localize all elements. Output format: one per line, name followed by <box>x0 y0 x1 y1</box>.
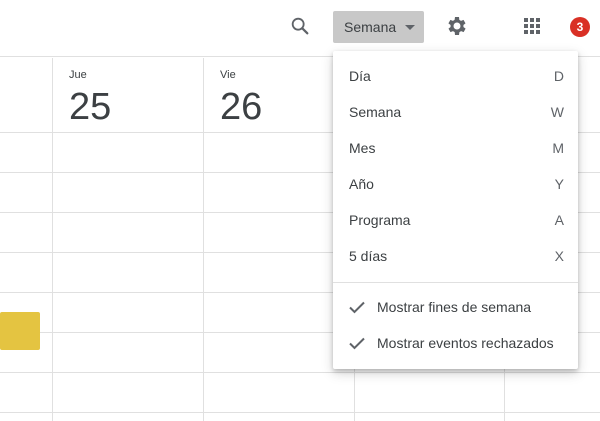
top-bar: Semana 3 <box>0 0 600 57</box>
view-select[interactable]: Semana <box>333 11 424 43</box>
view-select-label: Semana <box>344 19 397 35</box>
menu-item-day[interactable]: Día D <box>333 58 578 94</box>
checkmark-icon <box>349 301 365 314</box>
menu-item-shortcut: M <box>552 140 564 156</box>
menu-option-label: Mostrar eventos rechazados <box>377 335 554 351</box>
day-name: Jue <box>69 69 87 81</box>
chevron-down-icon <box>405 25 415 30</box>
menu-item-week[interactable]: Semana W <box>333 94 578 130</box>
search-button[interactable] <box>280 6 320 46</box>
calendar-event[interactable] <box>0 312 40 350</box>
view-menu: Día D Semana W Mes M Año Y Programa A 5 … <box>333 51 578 369</box>
menu-item-shortcut: X <box>554 248 564 264</box>
day-header-friday[interactable]: Vie 26 <box>220 58 350 132</box>
grid-divider <box>52 58 53 421</box>
settings-button[interactable] <box>436 6 476 46</box>
day-number[interactable]: 25 <box>69 87 111 127</box>
menu-item-label: Año <box>349 176 374 192</box>
search-icon <box>291 17 309 35</box>
menu-item-label: Mes <box>349 140 376 156</box>
menu-option-label: Mostrar fines de semana <box>377 299 532 315</box>
toggle-show-weekends[interactable]: Mostrar fines de semana <box>333 289 578 325</box>
menu-item-shortcut: D <box>553 68 564 84</box>
apps-grid-icon <box>524 18 540 34</box>
menu-item-shortcut: A <box>554 212 564 228</box>
day-number[interactable]: 26 <box>220 87 262 127</box>
day-name: Vie <box>220 69 236 81</box>
menu-item-shortcut: W <box>550 104 564 120</box>
menu-item-label: 5 días <box>349 248 388 264</box>
checkmark-icon <box>349 337 365 350</box>
menu-item-label: Semana <box>349 104 402 120</box>
menu-item-shortcut: Y <box>554 176 564 192</box>
menu-divider <box>333 282 578 283</box>
day-header-thursday[interactable]: Jue 25 <box>69 58 199 132</box>
toggle-show-declined-events[interactable]: Mostrar eventos rechazados <box>333 325 578 361</box>
grid-divider <box>203 58 204 421</box>
menu-item-month[interactable]: Mes M <box>333 130 578 166</box>
grid-row-line <box>0 412 600 413</box>
menu-item-5-days[interactable]: 5 días X <box>333 238 578 274</box>
menu-item-label: Día <box>349 68 371 84</box>
grid-row-line <box>0 372 600 373</box>
menu-item-year[interactable]: Año Y <box>333 166 578 202</box>
calendar-app: Semana 3 Jue 25 Vie 26 Día D Semana W Me… <box>0 0 600 421</box>
gear-icon <box>448 17 466 35</box>
menu-item-label: Programa <box>349 212 411 228</box>
menu-item-schedule[interactable]: Programa A <box>333 202 578 238</box>
notification-badge[interactable]: 3 <box>570 17 590 37</box>
apps-button[interactable] <box>512 6 552 46</box>
